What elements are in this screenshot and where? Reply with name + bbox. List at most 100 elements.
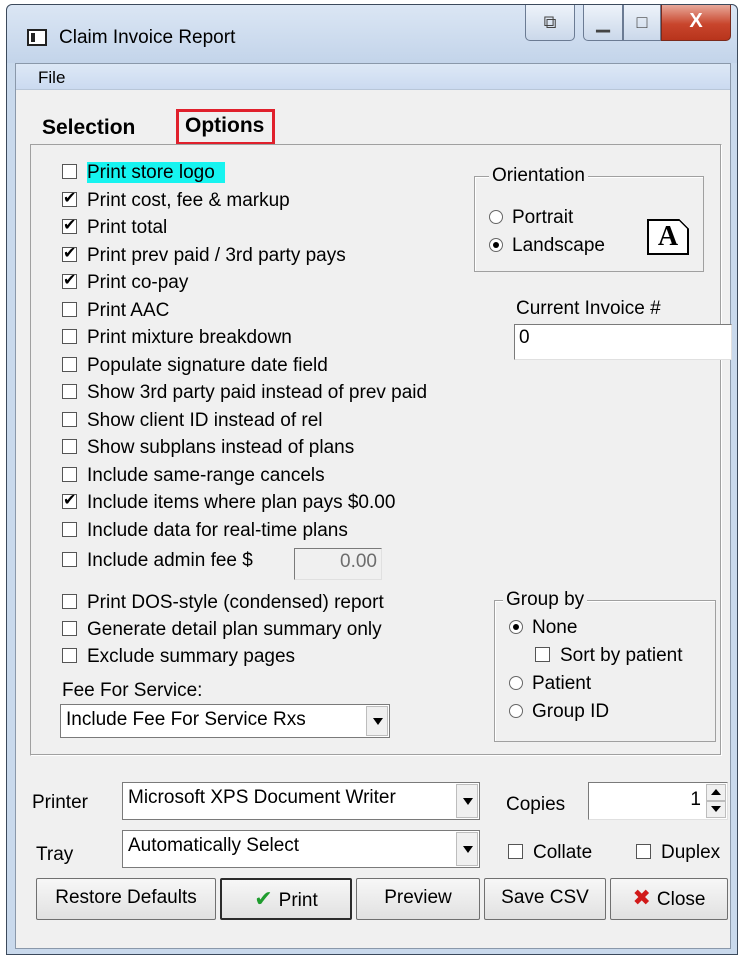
option-checkbox[interactable] — [62, 270, 77, 292]
option-label: Print DOS-style (condensed) report — [87, 592, 384, 613]
chevron-down-icon[interactable] — [456, 832, 478, 866]
close-x-icon: ✖ — [632, 885, 651, 910]
option-checkbox[interactable] — [62, 411, 77, 427]
window-icon[interactable] — [27, 29, 47, 46]
option-row[interactable]: Include items where plan pays $0.00 — [62, 490, 396, 518]
option-label: Generate detail plan summary only — [87, 619, 382, 640]
print-label: Print — [278, 890, 318, 911]
spin-up-icon[interactable] — [706, 784, 726, 801]
save-csv-button[interactable]: Save CSV — [484, 878, 606, 920]
option-checkbox[interactable] — [62, 521, 77, 537]
option-row[interactable]: Print DOS-style (condensed) report — [62, 592, 384, 618]
option-label: Exclude summary pages — [87, 646, 296, 667]
chevron-down-icon[interactable] — [456, 784, 478, 818]
option-row[interactable]: Print AAC — [62, 300, 169, 326]
title-bar[interactable]: Claim Invoice Report ⧉ ▁ □ X — [7, 5, 737, 63]
group-patient-dot[interactable] — [509, 676, 523, 690]
option-row[interactable]: Print store logo — [62, 162, 225, 188]
duplex-checkbox[interactable]: Duplex — [636, 842, 720, 864]
preview-button[interactable]: Preview — [356, 878, 480, 920]
print-button[interactable]: ✔ Print — [220, 878, 352, 920]
option-row[interactable]: Show 3rd party paid instead of prev paid — [62, 382, 427, 408]
option-row[interactable]: Print total — [62, 215, 167, 243]
option-row[interactable]: Print cost, fee & markup — [62, 188, 290, 216]
maximize-button[interactable]: □ — [623, 5, 661, 41]
collate-label: Collate — [533, 842, 593, 863]
current-invoice-label: Current Invoice # — [516, 298, 661, 319]
include-admin-fee-checkbox[interactable]: Include admin fee $ — [62, 550, 253, 576]
portrait-radio[interactable]: Portrait — [489, 207, 573, 229]
duplex-box[interactable] — [636, 844, 651, 859]
admin-fee-checkbox[interactable] — [62, 552, 77, 567]
option-checkbox[interactable] — [62, 621, 77, 636]
option-checkbox[interactable] — [62, 384, 77, 399]
duplex-label: Duplex — [661, 842, 721, 863]
group-id-radio[interactable]: Group ID — [509, 701, 609, 723]
restore-button[interactable]: ⧉ — [525, 5, 575, 41]
option-row[interactable]: Print co-pay — [62, 270, 188, 298]
restore-defaults-button[interactable]: Restore Defaults — [36, 878, 216, 920]
option-row[interactable]: Print prev paid / 3rd party pays — [62, 243, 346, 271]
option-label: Print mixture breakdown — [87, 327, 292, 348]
option-row[interactable]: Include same-range cancels — [62, 465, 325, 491]
orientation-group: Orientation Portrait Landscape A — [474, 165, 704, 272]
option-row[interactable]: Exclude summary pages — [62, 646, 295, 672]
sort-by-patient-box[interactable] — [535, 647, 550, 662]
restore-icon: ⧉ — [543, 12, 557, 32]
group-none-radio[interactable]: None — [509, 617, 577, 639]
option-row[interactable]: Show client ID instead of rel — [62, 410, 323, 436]
tray-value: Automatically Select — [128, 835, 300, 856]
close-window-button[interactable]: X — [661, 5, 731, 41]
option-label: Include items where plan pays $0.00 — [87, 492, 396, 513]
option-label: Print prev paid / 3rd party pays — [87, 244, 346, 266]
option-checkbox[interactable] — [62, 243, 77, 265]
tab-options[interactable]: Options — [176, 109, 276, 145]
option-checkbox[interactable] — [62, 188, 77, 210]
option-checkbox[interactable] — [62, 329, 77, 344]
option-checkbox[interactable] — [62, 215, 77, 237]
option-checkbox[interactable] — [62, 490, 77, 512]
tab-selection[interactable]: Selection — [42, 116, 135, 140]
copies-input[interactable]: 1 — [588, 782, 728, 820]
portrait-radio-dot[interactable] — [489, 210, 503, 224]
minimize-button[interactable]: ▁ — [583, 5, 623, 41]
collate-checkbox[interactable]: Collate — [508, 842, 592, 864]
landscape-radio-dot[interactable] — [489, 238, 503, 252]
close-label: Close — [656, 889, 706, 910]
maximize-icon: □ — [636, 12, 648, 32]
menu-file[interactable]: File — [38, 68, 65, 88]
option-row[interactable]: Include data for real-time plans — [62, 520, 348, 546]
collate-box[interactable] — [508, 844, 523, 859]
current-invoice-input[interactable]: 0 — [514, 324, 732, 360]
option-checkbox[interactable] — [62, 301, 77, 317]
admin-fee-input[interactable]: 0.00 — [294, 548, 382, 580]
group-patient-radio[interactable]: Patient — [509, 673, 591, 695]
option-checkbox[interactable] — [62, 164, 77, 179]
fee-for-service-select[interactable]: Include Fee For Service Rxs — [60, 704, 390, 738]
option-label: Populate signature date field — [87, 354, 328, 376]
option-row[interactable]: Show subplans instead of plans — [62, 437, 354, 463]
tray-select[interactable]: Automatically Select — [122, 830, 480, 868]
spin-down-icon[interactable] — [706, 801, 726, 818]
option-row[interactable]: Generate detail plan summary only — [62, 619, 382, 645]
sort-by-patient-label: Sort by patient — [560, 645, 683, 666]
copies-spinner[interactable] — [706, 784, 726, 818]
option-checkbox[interactable] — [62, 439, 77, 454]
chevron-down-icon[interactable] — [366, 706, 388, 736]
option-row[interactable]: Print mixture breakdown — [62, 327, 292, 353]
option-label: Include data for real-time plans — [87, 519, 348, 541]
group-none-dot[interactable] — [509, 620, 523, 634]
landscape-radio[interactable]: Landscape — [489, 235, 605, 257]
group-id-dot[interactable] — [509, 704, 523, 718]
sort-by-patient-checkbox[interactable]: Sort by patient — [535, 645, 683, 667]
close-button[interactable]: ✖ Close — [610, 878, 728, 920]
option-checkbox[interactable] — [62, 594, 77, 609]
option-checkbox[interactable] — [62, 648, 77, 663]
page-orientation-icon: A — [647, 219, 689, 255]
option-label: Print cost, fee & markup — [87, 189, 290, 211]
option-checkbox[interactable] — [62, 466, 77, 482]
printer-select[interactable]: Microsoft XPS Document Writer — [122, 782, 480, 820]
save-csv-label: Save CSV — [501, 887, 589, 908]
option-row[interactable]: Populate signature date field — [62, 355, 328, 381]
option-checkbox[interactable] — [62, 356, 77, 372]
